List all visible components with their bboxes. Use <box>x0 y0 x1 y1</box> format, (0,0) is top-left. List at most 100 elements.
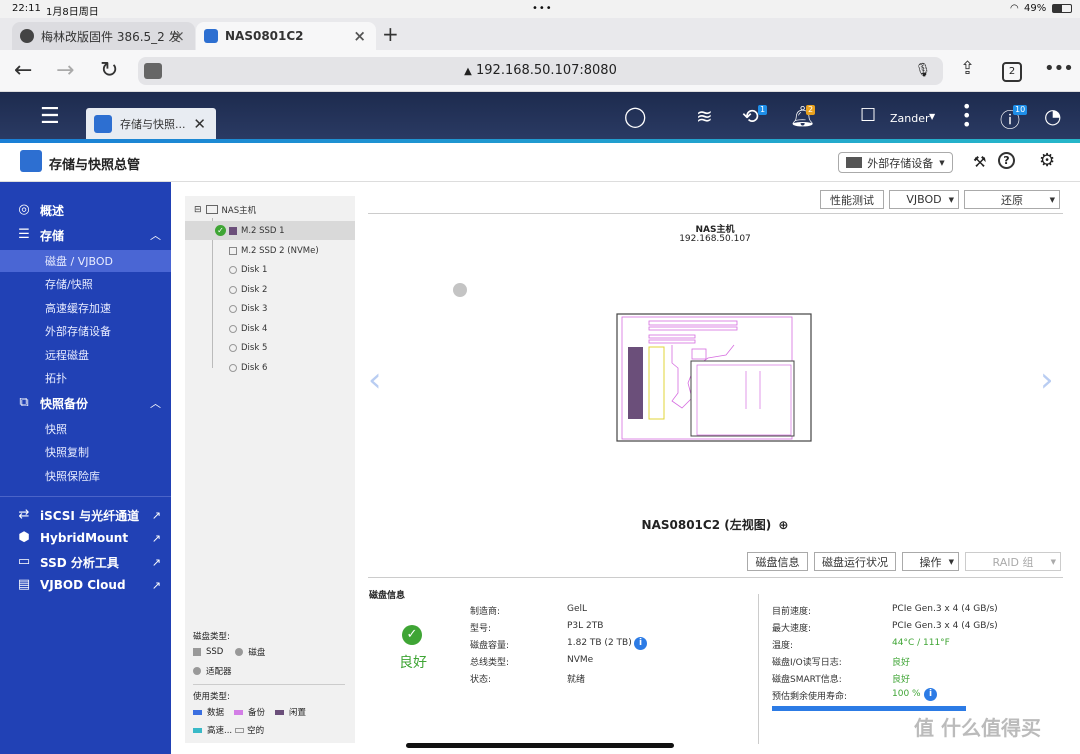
empty-disk-icon <box>229 343 237 352</box>
collapse-icon[interactable]: ⊟ <box>194 205 202 215</box>
tree-root-nas[interactable]: ⊟ NAS主机 <box>185 200 355 219</box>
zoom-in-icon[interactable]: ⊕ <box>778 518 788 532</box>
more-icon[interactable]: ••• <box>1044 58 1074 79</box>
max-speed-label: 最大速度: <box>772 624 812 634</box>
external-link-icon: ↗ <box>151 578 161 592</box>
share-icon[interactable]: ⇪ <box>960 58 975 79</box>
next-view-arrow-icon[interactable]: › <box>1040 360 1054 400</box>
state-value: 就绪 <box>567 675 586 685</box>
ssd-legend-icon <box>193 648 201 656</box>
sidebar-item-external-storage[interactable]: 外部存储设备 <box>0 320 171 342</box>
microphone-icon[interactable]: 🎙 <box>914 57 931 85</box>
address-bar[interactable]: ▲ 192.168.50.107:8080 🎙 <box>138 57 943 85</box>
life-progress-track <box>772 706 966 711</box>
tree-node-disk-4[interactable]: Disk 4 <box>185 319 355 338</box>
sidebar-item-snapshot-replica[interactable]: 快照复制 <box>0 441 171 463</box>
sidebar-item-disks-vjbod[interactable]: 磁盘 / VJBOD <box>0 250 171 272</box>
user-name[interactable]: Zander <box>890 112 930 125</box>
sidebar-link-vjbod-cloud[interactable]: ▤ VJBOD Cloud ↗ <box>0 574 171 596</box>
operate-dropdown[interactable]: 操作 ▼ <box>902 552 959 571</box>
m2-ssd-2-slot[interactable] <box>648 346 665 420</box>
bus-type-value: NVMe <box>567 655 594 665</box>
new-tab-icon[interactable]: + <box>382 22 399 46</box>
browser-tab-1[interactable]: 梅林改版固件 386.5_2 发 × <box>12 22 195 50</box>
browser-tab-2[interactable]: NAS0801C2 × <box>196 22 376 50</box>
sidebar-item-storage-snapshots[interactable]: 存储/快照 <box>0 273 171 295</box>
home-indicator[interactable] <box>406 743 674 748</box>
settings-gear-icon[interactable]: ⚙ <box>1039 150 1055 171</box>
background-tasks-icon[interactable]: ⟲ <box>742 104 759 128</box>
m2-ssd-1-slot[interactable] <box>628 347 643 419</box>
tree-node-disk-2[interactable]: Disk 2 <box>185 280 355 299</box>
dashboard-icon[interactable]: ◔ <box>1044 104 1061 128</box>
manufacturer-value: GelL <box>567 604 588 614</box>
bus-type-label: 总线类型: <box>470 658 510 668</box>
sidebar-item-snapshot-backup[interactable]: ⧉ 快照备份 ︿ <box>0 392 171 414</box>
tree-node-disk-6[interactable]: Disk 6 <box>185 358 355 377</box>
event-log-icon[interactable]: ≋ <box>696 104 713 128</box>
close-tab-icon[interactable]: × <box>172 27 185 45</box>
disk-health-button[interactable]: 磁盘运行状况 <box>814 552 896 571</box>
idle-legend-swatch <box>275 709 285 715</box>
user-icon[interactable]: ☐ <box>860 105 876 126</box>
empty-disk-icon <box>229 304 237 313</box>
data-legend-swatch <box>193 709 202 715</box>
vjbod-dropdown[interactable]: VJBOD ▼ <box>889 190 959 209</box>
app-title: 存储与快照总管 <box>49 158 141 173</box>
sidebar-item-snapshot[interactable]: 快照 <box>0 418 171 440</box>
tree-label: NAS主机 <box>221 205 257 216</box>
sidebar-label: SSD 分析工具 <box>40 555 119 570</box>
perf-test-button[interactable]: 性能测试 <box>820 190 884 209</box>
reload-icon[interactable]: ↻ <box>100 58 118 83</box>
sidebar-item-cache-acceleration[interactable]: 高速缓存加速 <box>0 297 171 319</box>
search-icon[interactable]: ◯ <box>624 104 646 128</box>
tree-node-disk-3[interactable]: Disk 3 <box>185 299 355 318</box>
vjbod-label: VJBOD <box>906 193 942 206</box>
sidebar-item-overview[interactable]: ◎ 概述 <box>0 199 171 221</box>
sidebar-item-snapshot-vault[interactable]: 快照保险库 <box>0 465 171 487</box>
tab-count-icon[interactable]: 2 <box>1002 62 1022 82</box>
more-options-icon[interactable]: • • • <box>962 99 971 133</box>
disk-info-button[interactable]: 磁盘信息 <box>747 552 808 571</box>
user-dropdown-icon[interactable]: ▼ <box>929 112 935 121</box>
legend-label: 备份 <box>248 708 266 718</box>
sidebar-link-iscsi[interactable]: ⇄ iSCSI 与光纤通道 ↗ <box>0 504 171 526</box>
life-info-icon[interactable]: i <box>924 688 937 701</box>
tree-node-disk-1[interactable]: Disk 1 <box>185 260 355 279</box>
model-label: 型号: <box>470 624 492 634</box>
prev-view-arrow-icon[interactable]: ‹ <box>368 360 382 400</box>
tools-icon[interactable]: ⚒ <box>973 153 986 171</box>
raid-group-dropdown[interactable]: RAID 组 ▼ <box>965 552 1061 571</box>
wifi-icon: ◠ <box>1010 3 1019 14</box>
close-app-icon[interactable]: ✕ <box>193 115 206 133</box>
sidebar-link-ssd-profiling[interactable]: ▭ SSD 分析工具 ↗ <box>0 551 171 573</box>
forward-icon[interactable]: → <box>56 58 74 83</box>
close-tab-icon[interactable]: × <box>353 27 366 45</box>
tree-node-m2-ssd-1[interactable]: ✓ M.2 SSD 1 <box>185 221 355 240</box>
external-link-icon: ↗ <box>151 531 161 545</box>
app-header: 存储与快照总管 外部存储设备 ▼ ⚒ ? ⚙ <box>0 143 1080 182</box>
drag-handle[interactable] <box>453 283 467 297</box>
operate-label: 操作 <box>919 555 942 569</box>
tree-node-disk-5[interactable]: Disk 5 <box>185 338 355 357</box>
translate-icon[interactable] <box>144 63 162 79</box>
legend-label: 磁盘 <box>248 648 266 658</box>
sidebar-item-storage[interactable]: ☰ 存储 ︿ <box>0 224 171 246</box>
sidebar-link-hybridmount[interactable]: ⬢ HybridMount ↗ <box>0 527 171 549</box>
external-link-icon: ↗ <box>151 555 161 569</box>
capacity-info-icon[interactable]: i <box>634 637 647 650</box>
sidebar-item-topology[interactable]: 拓扑 <box>0 367 171 389</box>
status-date: 1月8日周日 <box>46 7 99 18</box>
app-tab-storage[interactable]: 存储与快照... ✕ <box>86 108 216 139</box>
main-menu-icon[interactable]: ☰ <box>40 104 60 129</box>
back-icon[interactable]: ← <box>14 58 32 83</box>
ios-status-bar: 22:11 1月8日周日 ••• ◠ 49% <box>0 0 1080 18</box>
external-device-button[interactable]: 外部存储设备 ▼ <box>838 152 953 173</box>
multitask-dots-icon[interactable]: ••• <box>532 3 553 14</box>
help-icon[interactable]: ? <box>998 152 1015 169</box>
sidebar-item-remote-disk[interactable]: 远程磁盘 <box>0 344 171 366</box>
overview-icon: ◎ <box>18 202 30 217</box>
restore-dropdown[interactable]: 还原 ▼ <box>964 190 1060 209</box>
usage-type-title: 使用类型: <box>193 692 230 702</box>
tree-node-m2-ssd-2[interactable]: M.2 SSD 2 (NVMe) <box>185 241 355 260</box>
